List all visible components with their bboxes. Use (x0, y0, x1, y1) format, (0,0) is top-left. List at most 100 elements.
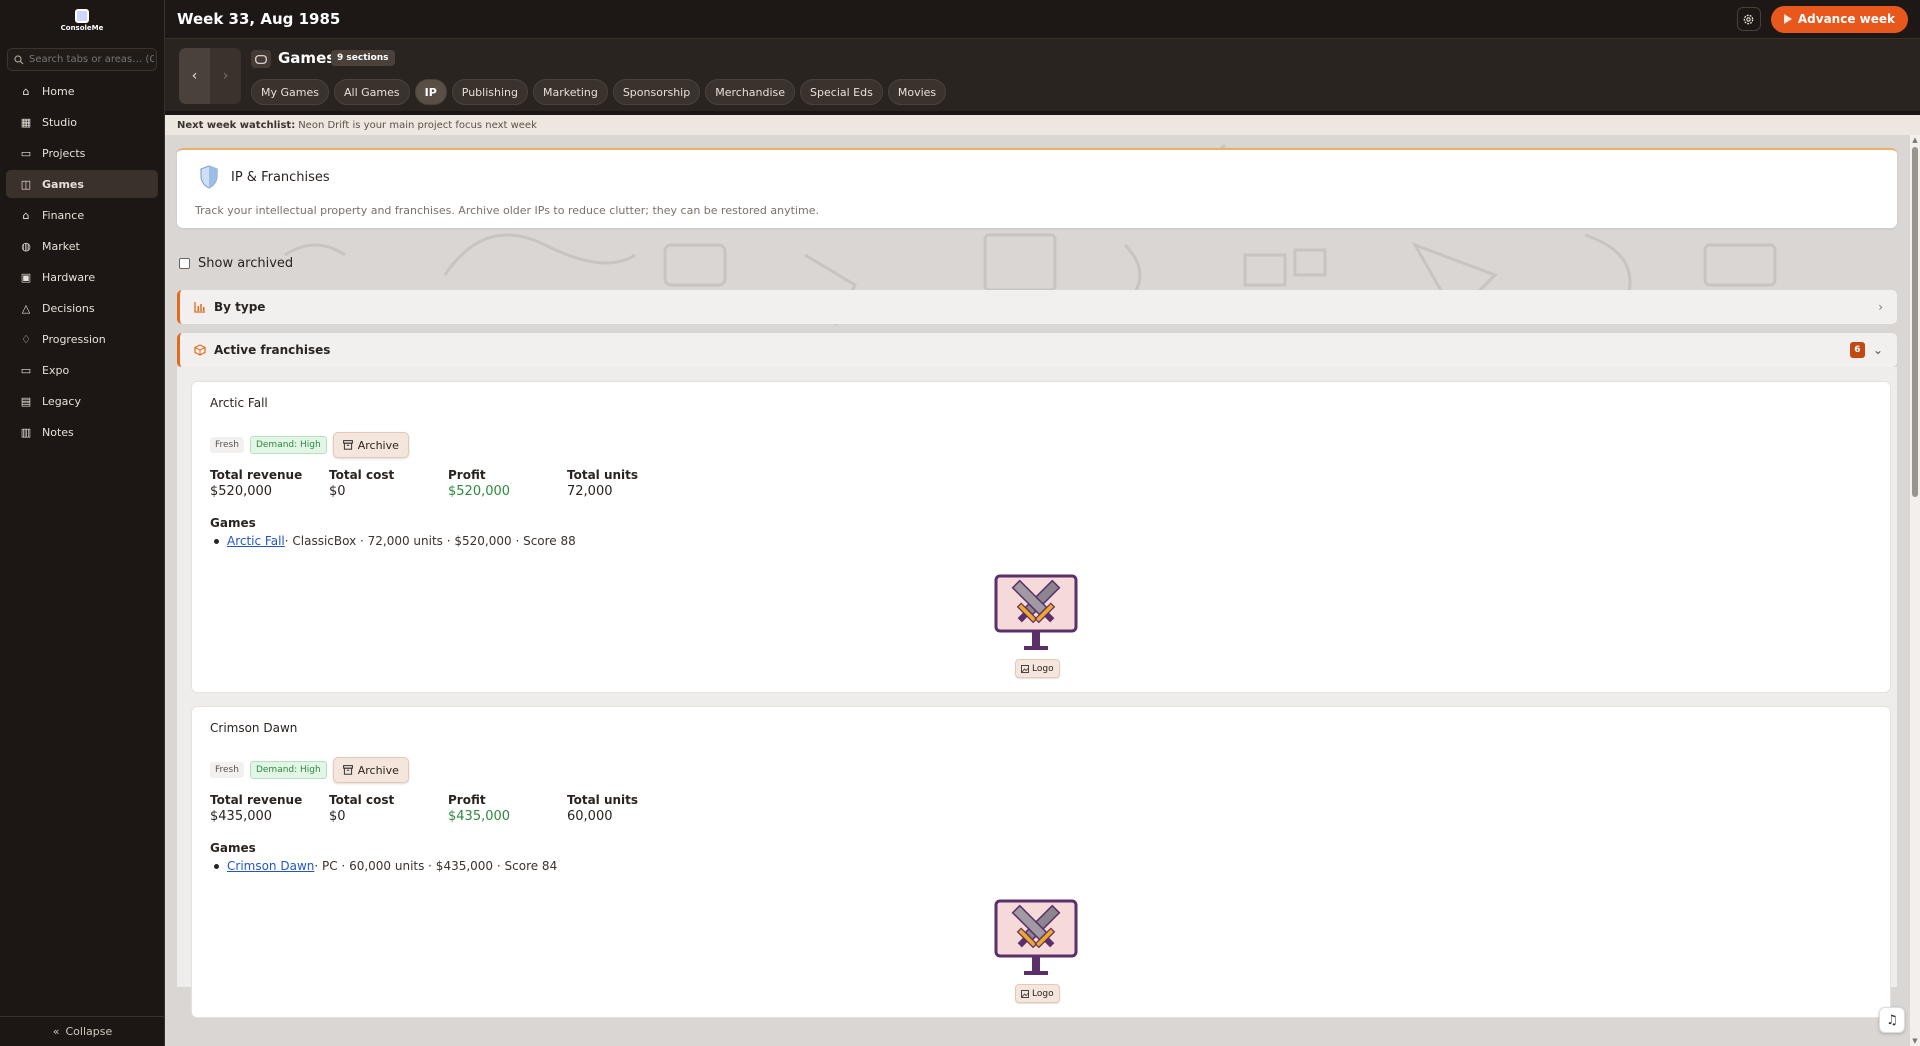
sidebar-item-label: Games (42, 177, 84, 191)
sidebar-item-label: Progression (42, 332, 106, 346)
monitor-icon: ▭ (20, 363, 32, 377)
franchise-logo-emblem (994, 574, 1078, 652)
stat-block: Total revenue $520,000 (210, 468, 329, 499)
folder-icon: ▭ (20, 146, 32, 160)
building-icon: ▦ (20, 115, 32, 129)
history-nav: ‹ › (179, 48, 241, 104)
archive-button[interactable]: Archive (332, 757, 409, 783)
stat-value: 72,000 (567, 484, 613, 499)
franchise-tags: Fresh Demand: High Archive (210, 757, 409, 783)
game-link[interactable]: Arctic Fall (227, 534, 285, 548)
sidebar-item-decisions[interactable]: △ Decisions (6, 294, 158, 322)
sidebar-item-label: Legacy (42, 394, 81, 408)
sidebar-item-projects[interactable]: ▭ Projects (6, 139, 158, 167)
stat-label: Profit (448, 793, 486, 807)
collapse-button[interactable]: « Collapse (0, 1016, 165, 1046)
tab-all-games[interactable]: All Games (333, 79, 410, 105)
sidebar-item-label: Projects (42, 146, 86, 160)
tab-sponsorship[interactable]: Sponsorship (612, 79, 701, 105)
sidebar-item-home[interactable]: ⌂ Home (6, 77, 158, 105)
sidebar-item-legacy[interactable]: ▤ Legacy (6, 387, 158, 415)
tab-movies[interactable]: Movies (887, 79, 947, 105)
home-icon: ⌂ (22, 84, 30, 98)
stat-value: $435,000 (448, 809, 511, 824)
franchise-logo-emblem (994, 899, 1078, 977)
play-icon (1783, 14, 1792, 24)
intro-title: IP & Franchises (231, 170, 330, 185)
stat-block: Total revenue $435,000 (210, 793, 329, 824)
main-content: IP & Franchises Track your intellectual … (165, 135, 1910, 1046)
sidebar-item-label: Expo (42, 363, 70, 377)
archive-button[interactable]: Archive (332, 432, 409, 458)
image-icon (1021, 664, 1029, 673)
collapse-label: Collapse (65, 1025, 113, 1038)
sidebar-item-label: Hardware (42, 270, 96, 284)
sidebar-item-studio[interactable]: ▦ Studio (6, 108, 158, 136)
sidebar-search[interactable] (7, 48, 157, 71)
logo-mascot-icon (75, 8, 89, 23)
music-button[interactable]: ♫ (1879, 1007, 1905, 1033)
tab-marketing[interactable]: Marketing (533, 79, 608, 105)
sidebar-item-label: Notes (42, 425, 74, 439)
music-note-icon: ♫ (1886, 1012, 1898, 1028)
sidebar-item-notes[interactable]: ▥ Notes (6, 418, 158, 446)
logo-text: ConsoleMe (60, 23, 104, 32)
stat-label: Profit (448, 468, 486, 482)
game-detail: · ClassicBox · 72,000 units · $520,000 ·… (284, 534, 576, 548)
franchise-stats: Total revenue $520,000 Total cost $0 Pro… (210, 468, 686, 499)
tab-merchandise[interactable]: Merchandise (705, 79, 796, 105)
advance-week-button[interactable]: Advance week (1770, 5, 1908, 33)
stat-block: Total cost $0 (329, 793, 448, 824)
intro-description: Track your intellectual property and fra… (195, 204, 819, 217)
show-archived-toggle[interactable]: Show archived (179, 256, 293, 271)
scrollbar-thumb[interactable] (1912, 147, 1918, 497)
archive-label: Archive (357, 763, 399, 777)
sidebar-item-games[interactable]: ◫ Games (6, 170, 158, 198)
scroll-up-icon[interactable]: ▲ (1911, 136, 1919, 144)
search-input[interactable] (29, 54, 154, 65)
bell-icon: ♢ (21, 332, 31, 346)
stat-value: $0 (329, 484, 346, 499)
tab-ip[interactable]: IP (414, 79, 447, 105)
package-icon (194, 344, 206, 356)
logo-button[interactable]: Logo (1015, 984, 1060, 1003)
logo-label: Logo (1032, 988, 1054, 999)
settings-button[interactable] (1736, 7, 1761, 31)
sidebar-item-finance[interactable]: ⌂ Finance (6, 201, 158, 229)
sidebar-item-progression[interactable]: ♢ Progression (6, 325, 158, 353)
watchlist-text: Neon Drift is your main project focus ne… (298, 119, 537, 131)
logo-button[interactable]: Logo (1015, 659, 1060, 678)
section-tabs: My Games All Games IP Publishing Marketing Sp… (251, 79, 947, 105)
stat-label: Total units (567, 468, 639, 482)
sidebar-item-label: Decisions (42, 301, 95, 315)
sidebar: ConsoleMe ⌂ Home ▦ Studio ▭ Projects ◫ Games ⌂ Fi… (0, 0, 165, 1046)
chevron-right-icon: › (222, 68, 229, 84)
scroll-down-icon[interactable]: ▼ (1911, 1037, 1919, 1045)
shield-icon (200, 165, 218, 189)
sidebar-item-market[interactable]: ◍ Market (6, 232, 158, 260)
image-icon (1021, 989, 1029, 998)
sidebar-item-expo[interactable]: ▭ Expo (6, 356, 158, 384)
tab-my-games[interactable]: My Games (251, 79, 329, 105)
active-franchises-section[interactable]: Active franchises 6 ⌄ (177, 333, 1897, 367)
notebook-icon: ▥ (20, 425, 32, 439)
by-type-section[interactable]: By type › (177, 290, 1897, 324)
archive-icon (342, 765, 353, 775)
show-archived-checkbox[interactable] (179, 258, 190, 269)
sidebar-item-hardware[interactable]: ▣ Hardware (6, 263, 158, 291)
franchise-tags: Fresh Demand: High Archive (210, 432, 409, 458)
gamepad-icon (251, 50, 271, 68)
tab-special-eds[interactable]: Special Eds (800, 79, 883, 105)
tab-publishing[interactable]: Publishing (451, 79, 528, 105)
scrollbar[interactable]: ▲ ▼ (1910, 135, 1920, 1046)
franchise-count-badge: 6 (1849, 342, 1865, 358)
sidebar-item-label: Home (42, 84, 75, 98)
forward-button[interactable]: › (210, 48, 241, 104)
app-logo[interactable]: ConsoleMe (0, 0, 164, 40)
chevron-right-icon: › (1878, 300, 1883, 314)
back-button[interactable]: ‹ (179, 48, 210, 104)
logo-label: Logo (1032, 663, 1054, 674)
demand-badge: Demand: High (249, 436, 327, 454)
game-link[interactable]: Crimson Dawn (227, 859, 314, 873)
bar-chart-icon (194, 301, 206, 313)
